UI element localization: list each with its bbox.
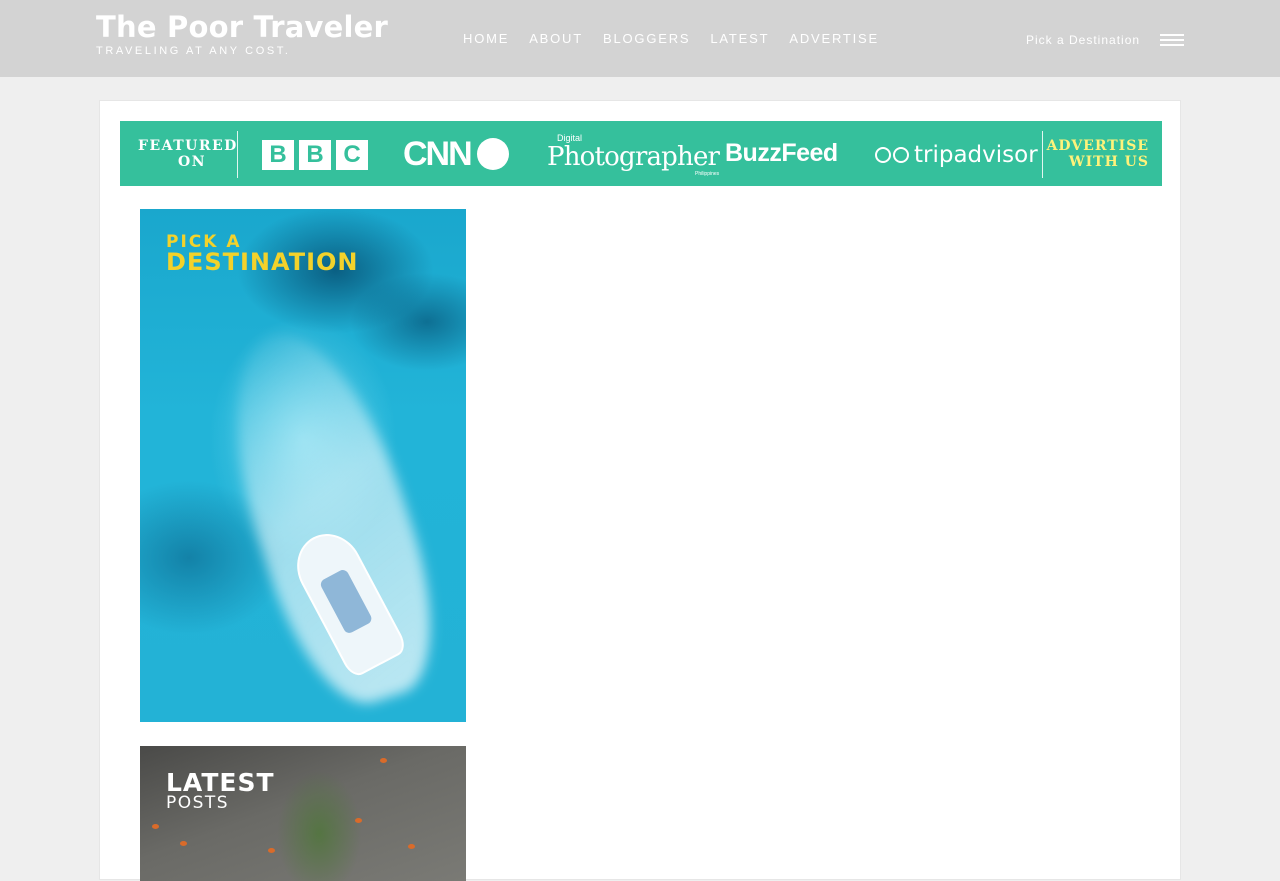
nav-home[interactable]: HOME [463,31,509,46]
site-title[interactable]: The Poor Traveler [96,10,388,44]
globe-icon [477,138,509,170]
leaf-decoration [380,758,387,763]
leaf-decoration [355,818,362,823]
digital-photographer-logo: Digital Photographer Philippines [547,133,720,178]
buzzfeed-logo: BuzzFeed [725,139,838,167]
pick-destination-link[interactable]: Pick a Destination [1026,33,1140,47]
advertise-with-us[interactable]: ADVERTISE WITH US [1047,138,1149,170]
main-content: FEATURED ON B B C CNN Digital Photograph… [99,100,1181,881]
cnn-logo: CNN [403,135,473,173]
featured-on-label: FEATURED ON [138,138,238,170]
card-title-line2: POSTS [166,793,230,813]
site-tagline: TRAVELING AT ANY COST. [96,45,291,57]
hamburger-icon[interactable] [1160,34,1184,46]
pick-destination-card[interactable]: PICK A DESTINATION [140,209,466,722]
owl-icon [875,147,909,163]
site-header: The Poor Traveler TRAVELING AT ANY COST.… [0,0,1280,77]
nav-latest[interactable]: LATEST [710,31,769,46]
nav-about[interactable]: ABOUT [529,31,583,46]
bbc-logo: B B C [262,140,368,170]
banner-divider [1042,131,1043,178]
leaf-decoration [268,848,275,853]
main-nav: HOME ABOUT BLOGGERS LATEST ADVERTISE [463,31,879,46]
banner-divider [237,131,238,178]
tripadvisor-logo: tripadvisor [875,143,1038,167]
featured-on-banner[interactable]: FEATURED ON B B C CNN Digital Photograph… [120,121,1162,186]
boat-wake [200,312,461,721]
latest-posts-card[interactable]: LATEST POSTS [140,746,466,881]
leaf-decoration [180,841,187,846]
card-title-line2: DESTINATION [166,248,359,276]
leaf-decoration [408,844,415,849]
nav-advertise[interactable]: ADVERTISE [789,31,879,46]
nav-bloggers[interactable]: BLOGGERS [603,31,690,46]
leaf-decoration [152,824,159,829]
